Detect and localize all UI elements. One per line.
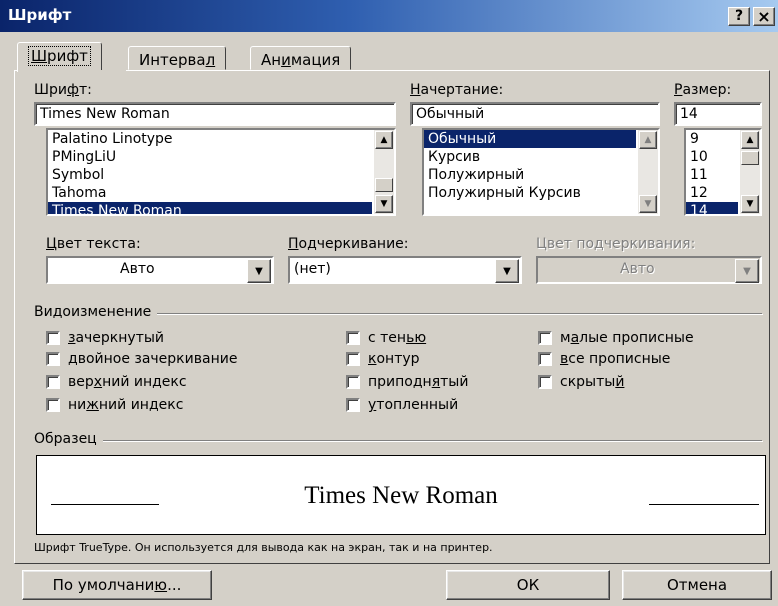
scroll-thumb[interactable] bbox=[741, 151, 759, 165]
list-item[interactable]: Tahoma bbox=[48, 184, 394, 202]
ok-button[interactable]: ОК bbox=[446, 570, 610, 600]
superscript-checkbox[interactable]: вер х ний индекс bbox=[46, 374, 187, 390]
size-list[interactable]: 9 10 11 12 14 ▲ ▼ bbox=[684, 128, 762, 216]
text-color-select[interactable]: Авто ▼ bbox=[46, 256, 274, 284]
outline-checkbox[interactable]: к онтур bbox=[346, 351, 420, 367]
shadow-checkbox[interactable]: с тен ью bbox=[346, 330, 426, 346]
all-caps-checkbox[interactable]: в се прописные bbox=[538, 351, 670, 367]
style-list[interactable]: Обычный Курсив Полужирный Полужирный Кур… bbox=[422, 128, 660, 216]
underline-color-select: Авто ▼ bbox=[536, 256, 762, 284]
preview-line-right bbox=[649, 504, 759, 505]
checkbox-box[interactable] bbox=[346, 352, 360, 366]
emboss-checkbox[interactable]: приподн я тый bbox=[346, 374, 468, 390]
scroll-up-icon[interactable]: ▲ bbox=[741, 131, 759, 149]
scroll-up-icon[interactable]: ▲ bbox=[639, 131, 657, 149]
font-info-text: Шрифт TrueType. Он используется для выво… bbox=[34, 541, 493, 554]
scroll-down-icon[interactable]: ▼ bbox=[741, 195, 759, 213]
checkbox-box[interactable] bbox=[46, 375, 60, 389]
underline-select[interactable]: (нет) ▼ bbox=[288, 256, 522, 284]
style-list-scrollbar[interactable]: ▲ ▼ bbox=[638, 130, 658, 214]
strikethrough-checkbox[interactable]: з ачеркнутый bbox=[46, 330, 164, 346]
cancel-button[interactable]: Отмена bbox=[622, 570, 772, 600]
underline-color-value: Авто bbox=[620, 261, 655, 277]
list-item-selected[interactable]: Times New Roman bbox=[48, 202, 372, 214]
list-item[interactable]: Полужирный bbox=[424, 166, 658, 184]
underline-color-label: Цвет подчеркивания: bbox=[536, 236, 696, 252]
chevron-down-icon: ▼ bbox=[735, 259, 759, 283]
size-list-scrollbar[interactable]: ▲ ▼ bbox=[740, 130, 760, 214]
close-button[interactable]: × bbox=[753, 7, 775, 26]
chevron-down-icon[interactable]: ▼ bbox=[247, 259, 271, 283]
underline-value: (нет) bbox=[294, 261, 331, 277]
tab-spacing-label: Интервал bbox=[139, 51, 216, 69]
list-item[interactable]: PMingLiU bbox=[48, 148, 394, 166]
small-caps-checkbox[interactable]: м а лые прописные bbox=[538, 330, 694, 346]
tab-spacing[interactable]: Интервал bbox=[128, 46, 227, 70]
default-button[interactable]: По умолчани ю... bbox=[22, 570, 212, 600]
effects-group-label: Видоизменение bbox=[34, 304, 158, 320]
preview-box: Times New Roman bbox=[36, 455, 766, 535]
font-list-scrollbar[interactable]: ▲ ▼ bbox=[374, 130, 394, 214]
tab-font-label: Шрифт bbox=[28, 46, 91, 66]
scroll-down-icon[interactable]: ▼ bbox=[375, 195, 393, 213]
checkbox-box[interactable] bbox=[346, 375, 360, 389]
font-list[interactable]: Palatino Linotype PMingLiU Symbol Tahoma… bbox=[46, 128, 396, 216]
text-color-value: Авто bbox=[120, 261, 155, 277]
scroll-thumb[interactable] bbox=[375, 178, 393, 192]
scroll-down-icon[interactable]: ▼ bbox=[639, 195, 657, 213]
list-item-selected[interactable]: 14 bbox=[686, 202, 738, 214]
preview-text: Times New Roman bbox=[304, 482, 498, 509]
style-label: Начертание: bbox=[410, 82, 504, 98]
preview-group-line bbox=[34, 440, 762, 441]
checkbox-box[interactable] bbox=[46, 398, 60, 412]
style-input[interactable]: Обычный bbox=[410, 102, 660, 126]
font-input[interactable]: Times New Roman bbox=[34, 102, 396, 126]
list-item[interactable]: Palatino Linotype bbox=[48, 130, 394, 148]
text-color-label: Цвет текста: bbox=[46, 236, 141, 252]
underline-label: Подчеркивание: bbox=[288, 236, 409, 252]
engrave-checkbox[interactable]: у топленный bbox=[346, 397, 458, 413]
list-item[interactable]: Курсив bbox=[424, 148, 658, 166]
list-item[interactable]: Полужирный Курсив bbox=[424, 184, 658, 202]
tab-font[interactable]: Шрифт bbox=[17, 42, 102, 72]
checkbox-box[interactable] bbox=[46, 331, 60, 345]
preview-group-label: Образец bbox=[34, 431, 103, 447]
tab-animation-label: Анимация bbox=[261, 51, 341, 69]
scroll-up-icon[interactable]: ▲ bbox=[375, 131, 393, 149]
hidden-checkbox[interactable]: скрыты й bbox=[538, 374, 624, 390]
tab-animation[interactable]: Анимация bbox=[250, 46, 352, 70]
subscript-checkbox[interactable]: ни ж ний индекс bbox=[46, 397, 183, 413]
list-item[interactable]: Symbol bbox=[48, 166, 394, 184]
checkbox-box[interactable] bbox=[346, 331, 360, 345]
checkbox-box[interactable] bbox=[538, 352, 552, 366]
size-label: Размер: bbox=[674, 82, 732, 98]
window-title: Шрифт bbox=[8, 6, 72, 24]
chevron-down-icon[interactable]: ▼ bbox=[495, 259, 519, 283]
double-strikethrough-checkbox[interactable]: д войное зачеркивание bbox=[46, 351, 237, 367]
title-bar[interactable] bbox=[0, 0, 778, 32]
list-item-selected[interactable]: Обычный bbox=[424, 130, 636, 148]
font-label: Шрифт: bbox=[34, 82, 92, 98]
help-button[interactable]: ? bbox=[728, 7, 750, 26]
checkbox-box[interactable] bbox=[538, 375, 552, 389]
size-input[interactable]: 14 bbox=[674, 102, 762, 126]
checkbox-box[interactable] bbox=[46, 352, 60, 366]
checkbox-box[interactable] bbox=[538, 331, 552, 345]
checkbox-box[interactable] bbox=[346, 398, 360, 412]
